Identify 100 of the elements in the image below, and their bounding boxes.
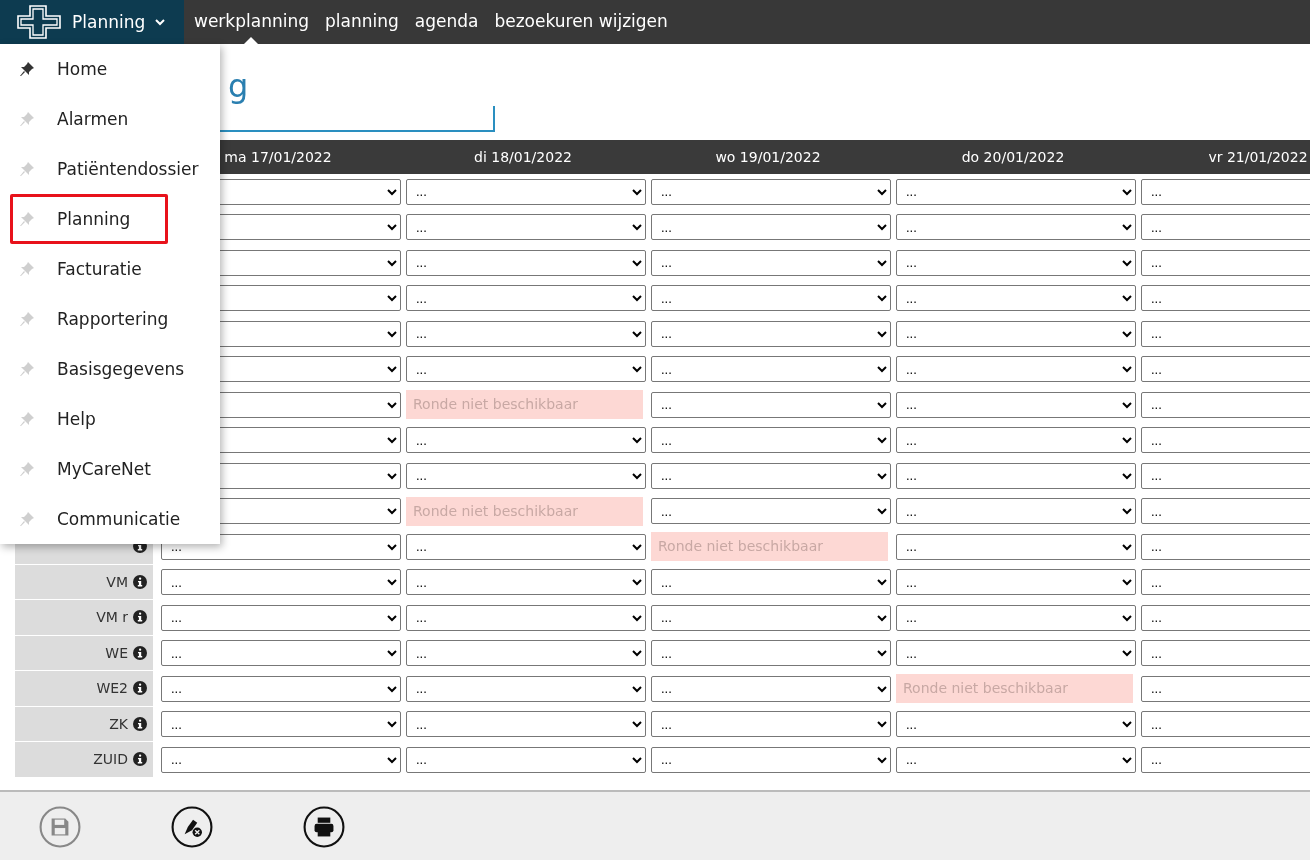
nurse-dropdown[interactable]: ...	[1141, 675, 1310, 702]
nurse-dropdown[interactable]: ...	[161, 604, 401, 631]
nurse-dropdown[interactable]: ...	[1141, 533, 1310, 560]
nurse-dropdown[interactable]: ...	[1141, 711, 1310, 738]
nurse-dropdown[interactable]: ...	[896, 498, 1136, 525]
nurse-dropdown[interactable]: ...	[896, 711, 1136, 738]
menu-item[interactable]: MyCareNet	[10, 444, 168, 494]
menu-item[interactable]: Help	[10, 394, 168, 444]
nurse-dropdown[interactable]: ...	[1141, 178, 1310, 205]
round-label: VM	[106, 573, 128, 590]
nurse-dropdown[interactable]: ...	[406, 249, 646, 276]
nurse-dropdown[interactable]: ...	[1141, 569, 1310, 596]
nurse-dropdown[interactable]: ...	[1141, 640, 1310, 667]
menu-item[interactable]: Alarmen	[10, 94, 168, 144]
nurse-dropdown[interactable]: ...	[1141, 746, 1310, 773]
info-icon[interactable]	[133, 645, 147, 660]
nurse-dropdown[interactable]: ...	[651, 391, 891, 418]
menu-item[interactable]: Patiëntendossier	[10, 144, 208, 194]
nurse-dropdown[interactable]: ...	[896, 391, 1136, 418]
menu-item[interactable]: Planning	[10, 194, 168, 244]
nurse-dropdown[interactable]: ...	[651, 604, 891, 631]
cancel-edit-button[interactable]	[170, 805, 214, 849]
menu-item[interactable]: Basisgegevens	[10, 344, 194, 394]
nurse-dropdown[interactable]: ...	[896, 178, 1136, 205]
nurse-dropdown[interactable]: ...	[651, 249, 891, 276]
nurse-dropdown[interactable]: ...	[651, 569, 891, 596]
nurse-dropdown[interactable]: ...	[161, 640, 401, 667]
nurse-dropdown[interactable]: ...	[1141, 356, 1310, 383]
nurse-dropdown[interactable]: ...	[161, 675, 401, 702]
nurse-dropdown[interactable]: ...	[406, 178, 646, 205]
cross-logo-icon	[16, 4, 62, 40]
nurse-dropdown[interactable]: ...	[896, 427, 1136, 454]
print-button[interactable]	[302, 805, 346, 849]
nurse-dropdown[interactable]: ...	[651, 178, 891, 205]
pin-icon[interactable]	[19, 61, 35, 77]
nurse-dropdown[interactable]: ...	[651, 320, 891, 347]
nurse-dropdown[interactable]: ...	[651, 285, 891, 312]
nav-link[interactable]: bezoekuren wijzigen	[494, 0, 668, 44]
nurse-dropdown[interactable]: ...	[896, 214, 1136, 241]
nurse-dropdown[interactable]: ...	[651, 711, 891, 738]
info-icon[interactable]	[133, 716, 147, 731]
nurse-dropdown[interactable]: ...	[1141, 462, 1310, 489]
nurse-dropdown[interactable]: ...	[406, 356, 646, 383]
nurse-dropdown[interactable]: ...	[896, 569, 1136, 596]
info-icon[interactable]	[133, 610, 147, 625]
nurse-dropdown[interactable]: ...	[896, 249, 1136, 276]
nurse-dropdown[interactable]: ...	[1141, 249, 1310, 276]
nurse-dropdown[interactable]: ...	[406, 320, 646, 347]
nurse-dropdown[interactable]: ...	[896, 746, 1136, 773]
nurse-dropdown[interactable]: ...	[406, 675, 646, 702]
menu-item[interactable]: Rapportering	[10, 294, 178, 344]
day-header: wo 19/01/2022	[714, 149, 822, 165]
menu-item[interactable]: Facturatie	[10, 244, 168, 294]
round-label: WE2	[96, 680, 128, 697]
menu-item[interactable]: Home	[10, 44, 168, 94]
nurse-dropdown[interactable]: ...	[896, 285, 1136, 312]
nurse-dropdown[interactable]: ...	[161, 746, 401, 773]
nurse-dropdown[interactable]: ...	[651, 427, 891, 454]
nurse-dropdown[interactable]: ...	[651, 640, 891, 667]
nurse-dropdown[interactable]: ...	[1141, 391, 1310, 418]
nurse-dropdown[interactable]: ...	[1141, 427, 1310, 454]
nurse-dropdown[interactable]: ...	[651, 214, 891, 241]
nurse-dropdown[interactable]: ...	[161, 569, 401, 596]
nurse-dropdown[interactable]: ...	[896, 640, 1136, 667]
nurse-dropdown[interactable]: ...	[406, 569, 646, 596]
chevron-down-icon	[155, 18, 166, 26]
nurse-dropdown[interactable]: ...	[1141, 498, 1310, 525]
nurse-dropdown[interactable]: ...	[651, 675, 891, 702]
nurse-dropdown[interactable]: ...	[406, 214, 646, 241]
nurse-dropdown[interactable]: ...	[651, 746, 891, 773]
nurse-dropdown[interactable]: ...	[651, 462, 891, 489]
nurse-dropdown[interactable]: ...	[1141, 214, 1310, 241]
nurse-dropdown[interactable]: ...	[1141, 285, 1310, 312]
nurse-dropdown[interactable]: ...	[651, 498, 891, 525]
nurse-dropdown[interactable]: ...	[896, 604, 1136, 631]
nurse-dropdown[interactable]: ...	[161, 711, 401, 738]
nurse-dropdown[interactable]: ...	[406, 462, 646, 489]
nurse-dropdown[interactable]: ...	[896, 533, 1136, 560]
nurse-dropdown[interactable]: ...	[651, 356, 891, 383]
info-icon[interactable]	[133, 752, 147, 767]
nurse-dropdown[interactable]: ...	[1141, 604, 1310, 631]
nurse-dropdown[interactable]: ...	[1141, 320, 1310, 347]
nurse-dropdown[interactable]: ...	[406, 640, 646, 667]
nurse-dropdown[interactable]: ...	[896, 320, 1136, 347]
nurse-dropdown[interactable]: ...	[406, 533, 646, 560]
nurse-dropdown[interactable]: ...	[406, 711, 646, 738]
nurse-dropdown[interactable]: ...	[406, 746, 646, 773]
nurse-dropdown[interactable]: ...	[896, 462, 1136, 489]
nav-link[interactable]: agenda	[414, 0, 479, 44]
nurse-dropdown[interactable]: ...	[406, 427, 646, 454]
nav-link[interactable]: werkplanning	[194, 0, 309, 44]
info-icon[interactable]	[133, 681, 147, 696]
round-label: VM r	[96, 609, 128, 626]
nurse-dropdown[interactable]: ...	[406, 604, 646, 631]
nav-link[interactable]: planning	[324, 0, 399, 44]
info-icon[interactable]	[133, 574, 147, 589]
page-title: g	[228, 66, 249, 106]
nurse-dropdown[interactable]: ...	[406, 285, 646, 312]
nurse-dropdown[interactable]: ...	[896, 356, 1136, 383]
module-menu-button[interactable]: Planning	[0, 0, 184, 44]
